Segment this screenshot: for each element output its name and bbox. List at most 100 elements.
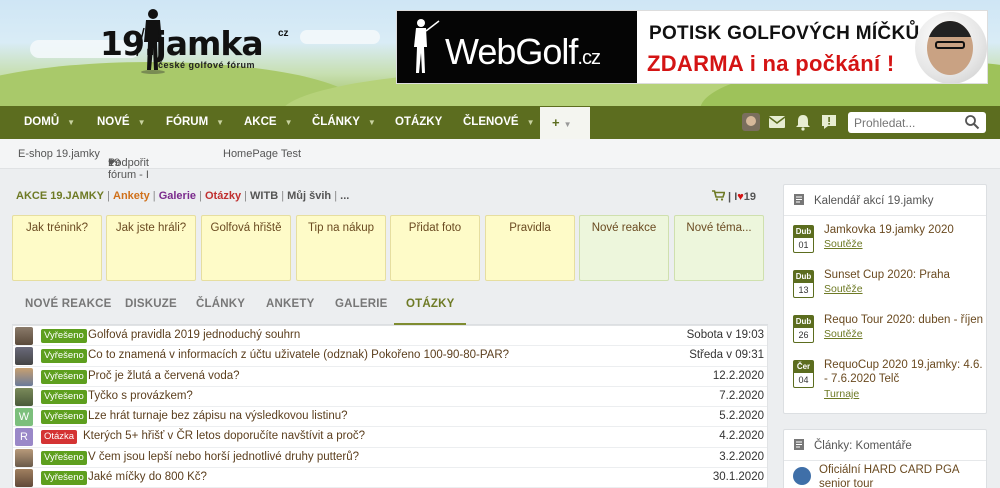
site-logo[interactable]: 19.jamka cz české golfové fórum	[100, 6, 295, 76]
question-title[interactable]: Jaké míčky do 800 Kč?	[88, 471, 207, 483]
question-date: 4.2.2020	[719, 430, 764, 443]
status-badge: Vyřešeno	[41, 410, 87, 425]
event-item[interactable]: Dub 26 Requo Tour 2020: duben - říjen Sou…	[784, 306, 986, 351]
document-icon	[794, 439, 804, 450]
list-item[interactable]: Vyřešeno Co to znamená v informacích z ú…	[13, 346, 767, 367]
document-icon	[794, 194, 804, 205]
question-title[interactable]: Tyčko s provázkem?	[88, 390, 193, 402]
link-galerie[interactable]: Galerie	[159, 190, 196, 202]
question-title[interactable]: V čem jsou lepší nebo horší jednotlivé d…	[88, 451, 359, 463]
alert-comment-icon[interactable]	[820, 113, 838, 131]
link-otazky[interactable]: Otázky	[205, 190, 241, 202]
subnav-eshop-link[interactable]: E-shop 19.jamky	[18, 148, 100, 160]
shop-links: | I♥19	[712, 190, 756, 203]
banner-golfer-icon	[414, 19, 440, 73]
tile-jak-jste-hrali[interactable]: Jak jste hráli?	[106, 215, 196, 281]
mail-icon[interactable]	[768, 113, 786, 131]
question-title[interactable]: Lze hrát turnaje bez zápisu na výsledkov…	[88, 410, 348, 422]
question-title[interactable]: Co to znamená v informacích z účtu uživa…	[88, 349, 509, 361]
chevron-down-icon: ▼	[367, 118, 376, 127]
avatar	[15, 367, 33, 386]
event-name[interactable]: RequoCup 2020 19.jamky: 4.6. - 7.6.2020 …	[824, 358, 984, 386]
calendar-date-icon: Čer 04	[793, 360, 814, 388]
tile-pravidla[interactable]: Pravidla	[485, 215, 575, 281]
link-more[interactable]: ...	[340, 190, 349, 202]
event-category[interactable]: Soutěže	[824, 328, 863, 340]
event-name[interactable]: Sunset Cup 2020: Praha	[824, 268, 984, 282]
list-item[interactable]: Vyřešeno Tyčko s provázkem? 7.2.2020	[13, 387, 767, 408]
nav-item-clenove[interactable]: ČLENOVÉ ▼	[463, 106, 535, 139]
banner-black-panel: WebGolf.cz	[397, 11, 637, 83]
avatar	[15, 327, 33, 345]
list-item[interactable]: Vyřešeno Jaké míčky do 800 Kč? 30.1.2020	[13, 468, 767, 488]
link-akce[interactable]: AKCE 19.JAMKY	[16, 190, 104, 202]
webgolf-banner[interactable]: WebGolf.cz POTISK GOLFOVÝCH MÍČKŮ ZDARMA…	[396, 10, 988, 84]
tile-golfova-hriste[interactable]: Golfová hřiště	[201, 215, 291, 281]
tab-nove-reakce[interactable]: NOVÉ REAKCE	[25, 290, 112, 325]
link-witb[interactable]: WITB	[250, 190, 278, 202]
question-date: 5.2.2020	[719, 410, 764, 423]
status-badge: Otázka	[41, 430, 78, 445]
banner-portrait	[927, 21, 973, 75]
event-item[interactable]: Dub 01 Jamkovka 19.jamky 2020 Soutěže	[784, 216, 986, 261]
list-item[interactable]: Vyřešeno V čem jsou lepší nebo horší jed…	[13, 448, 767, 469]
avatar: R	[15, 428, 33, 447]
calendar-date-icon: Dub 01	[793, 225, 814, 253]
event-item[interactable]: Dub 13 Sunset Cup 2020: Praha Soutěže	[784, 261, 986, 306]
quick-links: AKCE 19.JAMKY | Ankety | Galerie | Otázk…	[16, 190, 350, 202]
status-badge: Vyřešeno	[41, 471, 87, 486]
nav-item-otazky[interactable]: OTÁZKY	[395, 106, 442, 139]
logo-tld: cz	[278, 28, 289, 39]
user-avatar[interactable]	[742, 113, 760, 131]
list-item[interactable]: Vyřešeno Proč je žlutá a červená voda? 1…	[13, 367, 767, 387]
status-badge: Vyřešeno	[41, 349, 87, 364]
tile-nove-tema[interactable]: Nové téma...	[674, 215, 764, 281]
tile-pridat-foto[interactable]: Přidat foto	[390, 215, 480, 281]
nav-plus-menu[interactable]: + ▼	[540, 107, 590, 139]
event-category[interactable]: Turnaje	[824, 388, 859, 400]
nav-item-forum[interactable]: FÓRUM ▼	[166, 106, 224, 139]
cart-icon[interactable]	[712, 190, 725, 201]
nav-item-nove[interactable]: NOVÉ ▼	[97, 106, 146, 139]
tab-clanky[interactable]: ČLÁNKY	[196, 290, 245, 325]
nav-item-akce[interactable]: AKCE ▼	[244, 106, 293, 139]
tab-diskuze[interactable]: DISKUZE	[125, 290, 177, 325]
card-title: Články: Komentáře	[814, 440, 912, 452]
content-tabs: NOVÉ REAKCE DISKUZE ČLÁNKY ANKETY GALERI…	[12, 290, 768, 325]
banner-brand: WebGolf.cz	[445, 31, 601, 72]
question-title[interactable]: Golfová pravidla 2019 jednoduchý souhrn	[88, 329, 300, 341]
tab-galerie[interactable]: GALERIE	[335, 290, 388, 325]
question-title[interactable]: Proč je žlutá a červená voda?	[88, 370, 240, 382]
event-category[interactable]: Soutěže	[824, 238, 863, 250]
comment-title[interactable]: Oficiální HARD CARD PGA senior tour	[819, 463, 979, 488]
question-title[interactable]: Kterých 5+ hřišť v ČR letos doporučíte n…	[83, 430, 365, 442]
tab-otazky[interactable]: OTÁZKY	[394, 290, 467, 325]
link-muj-svih[interactable]: Můj švih	[287, 190, 331, 202]
event-name[interactable]: Jamkovka 19.jamky 2020	[824, 223, 984, 237]
event-item[interactable]: Čer 04 RequoCup 2020 19.jamky: 4.6. - 7.6…	[784, 351, 986, 407]
search-icon[interactable]	[964, 114, 980, 130]
calendar-date-icon: Dub 13	[793, 270, 814, 298]
tile-nove-reakce[interactable]: Nové reakce	[579, 215, 669, 281]
chevron-down-icon: ▼	[137, 118, 146, 127]
tab-ankety[interactable]: ANKETY	[266, 290, 314, 325]
nav-item-clanky[interactable]: ČLÁNKY ▼	[312, 106, 376, 139]
search-input[interactable]	[848, 112, 958, 133]
list-item[interactable]: W Vyřešeno Lze hrát turnaje bez zápisu n…	[13, 407, 767, 428]
chevron-down-icon: ▼	[284, 118, 293, 127]
event-name[interactable]: Requo Tour 2020: duben - říjen	[824, 313, 984, 327]
link-ankety[interactable]: Ankety	[113, 190, 150, 202]
list-item[interactable]: R Otázka Kterých 5+ hřišť v ČR letos dop…	[13, 427, 767, 448]
status-badge: Vyřešeno	[41, 389, 87, 404]
subnav-homepage-link[interactable]: HomePage Test	[223, 148, 301, 160]
question-date: 30.1.2020	[712, 471, 764, 484]
tile-jak-trenink[interactable]: Jak trénink?	[12, 215, 102, 281]
event-category[interactable]: Soutěže	[824, 283, 863, 295]
list-item[interactable]: Vyřešeno Golfová pravidla 2019 jednoduch…	[13, 326, 767, 347]
chevron-down-icon: ▼	[67, 118, 76, 127]
comment-item[interactable]: Oficiální HARD CARD PGA senior tour	[784, 461, 986, 488]
sub-nav: E-shop 19.jamky Podpořit fórum - I ♥ 19 Ho…	[0, 139, 1000, 181]
nav-item-domu[interactable]: DOMŮ ▼	[24, 106, 75, 139]
tile-tip-na-nakup[interactable]: Tip na nákup	[296, 215, 386, 281]
bell-icon[interactable]	[794, 113, 812, 131]
